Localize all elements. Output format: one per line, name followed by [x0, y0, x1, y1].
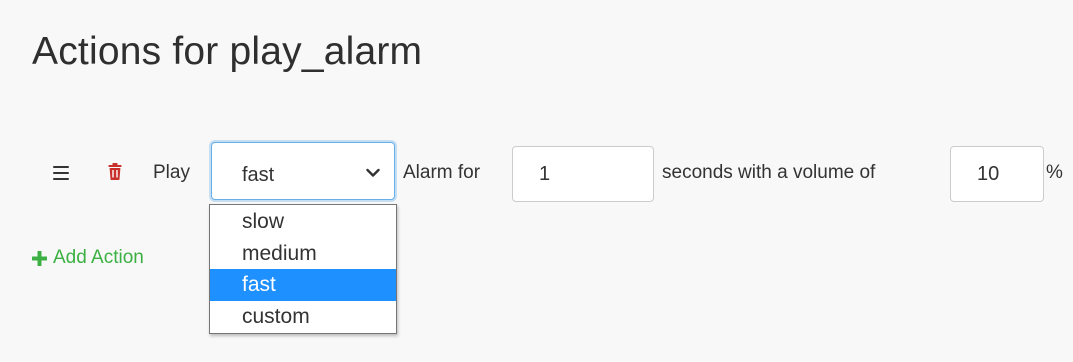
drag-handle-bar: [53, 171, 69, 175]
speed-option-medium[interactable]: medium: [210, 238, 396, 270]
alarm-for-label: Alarm for: [403, 162, 481, 183]
percent-label: %: [1046, 162, 1063, 183]
seconds-volume-label: seconds with a volume of: [662, 162, 876, 183]
drag-handle-icon[interactable]: [53, 166, 69, 181]
seconds-input[interactable]: [512, 146, 654, 202]
page: Actions for play_alarm Play fast Alarm f…: [0, 0, 1073, 362]
speed-option-fast[interactable]: fast: [210, 269, 396, 301]
volume-input[interactable]: [950, 146, 1044, 202]
drag-handle-bar: [53, 166, 69, 169]
speed-options-list: slow medium fast custom: [209, 204, 397, 334]
add-action-button[interactable]: Add Action: [32, 246, 144, 270]
plus-icon: [32, 250, 47, 266]
trash-icon[interactable]: [108, 163, 122, 180]
add-action-label: Add Action: [53, 247, 144, 268]
page-title: Actions for play_alarm: [32, 30, 423, 73]
drag-handle-bar: [53, 177, 69, 181]
speed-select-value: fast: [242, 164, 275, 186]
speed-option-custom[interactable]: custom: [210, 301, 396, 333]
speed-select[interactable]: fast: [211, 142, 395, 200]
speed-option-slow[interactable]: slow: [210, 206, 396, 238]
chevron-down-icon: [366, 168, 380, 177]
play-label: Play: [153, 162, 190, 183]
